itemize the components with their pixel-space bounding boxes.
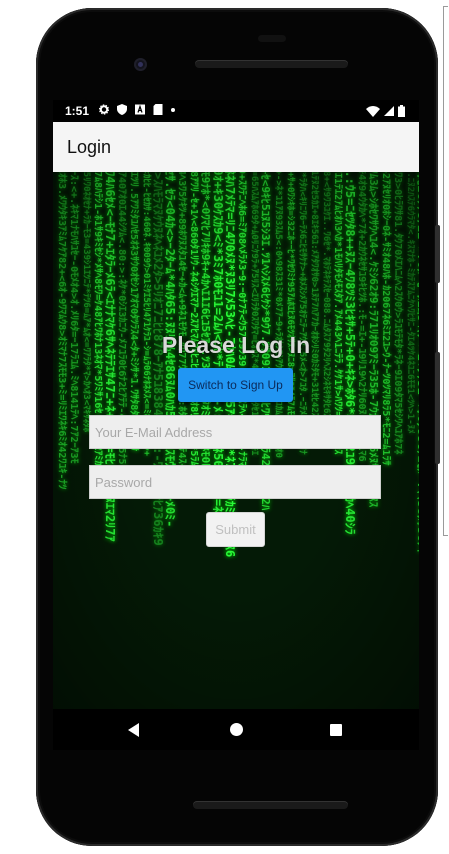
dot-icon [171, 107, 175, 112]
password-field[interactable] [89, 465, 381, 499]
sd-card-icon [153, 104, 163, 115]
volume-button [435, 352, 440, 464]
email-field[interactable] [89, 415, 381, 449]
shield-icon [117, 104, 127, 115]
login-screen: ﾋｵﾎ3.ﾒﾜｳﾀｷ3ｱﾐﾑ7ｹｱ82+<6ｵ-9ﾜﾏﾑｳ8>ｵﾐﾏﾅ7ｽﾓﾓ3… [53, 172, 419, 709]
back-icon[interactable] [128, 723, 139, 737]
bottom-speaker [193, 801, 348, 809]
status-bar: 1:51 [53, 100, 419, 122]
page-title: Login [67, 137, 112, 157]
top-speaker [195, 60, 348, 68]
status-time: 1:51 [65, 104, 90, 118]
device-screen: 1:51 Login Please Log In Switch to Sign … [53, 100, 419, 750]
earpiece [258, 35, 286, 42]
settings-icon [99, 104, 109, 115]
submit-button[interactable]: Submit [206, 512, 265, 547]
front-camera [134, 58, 147, 71]
login-heading: Please Log In [161, 332, 311, 358]
a-badge-icon [135, 104, 145, 115]
wifi-icon [366, 105, 380, 117]
switch-to-signup-button[interactable]: Switch to Sign Up [178, 368, 293, 402]
recents-icon[interactable] [330, 724, 342, 736]
power-button [435, 225, 440, 283]
battery-icon [398, 105, 405, 117]
side-bracket [443, 6, 448, 536]
home-icon[interactable] [230, 723, 243, 736]
navigation-bar [53, 709, 419, 750]
signal-icon [384, 106, 394, 116]
app-bar: Login [53, 122, 419, 172]
